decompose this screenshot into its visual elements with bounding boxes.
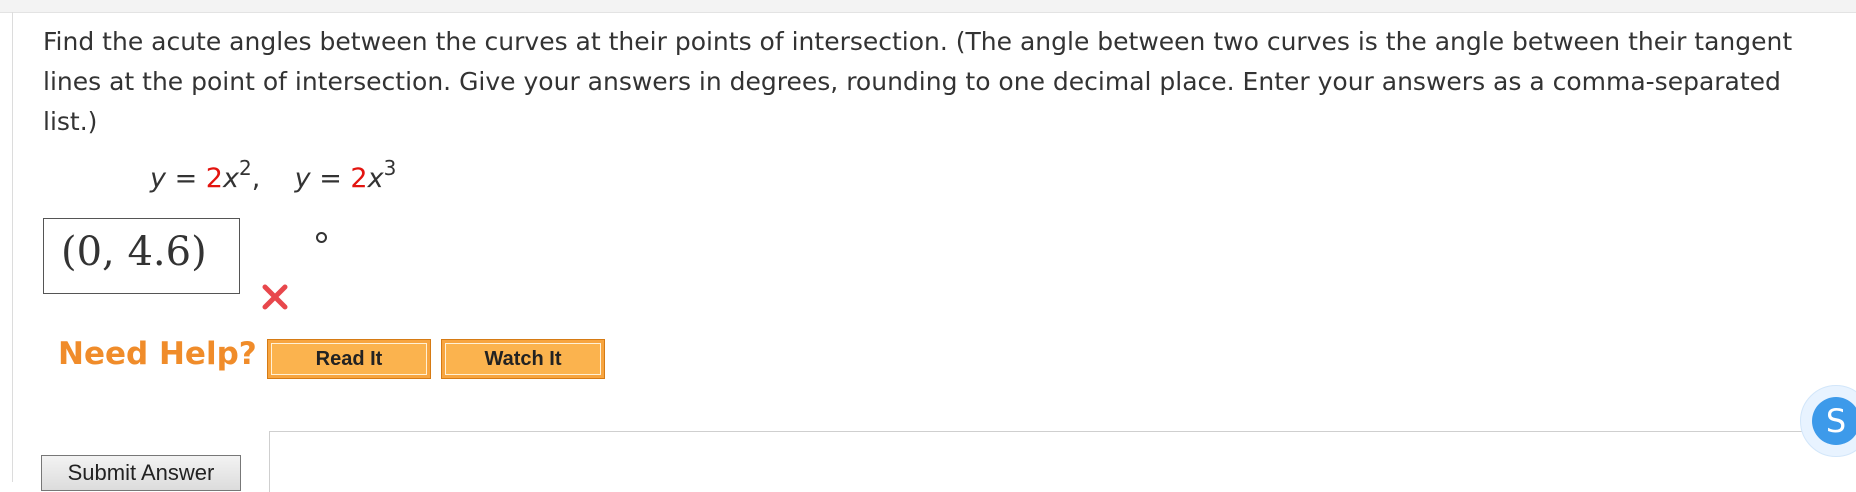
eq2-x: x: [367, 163, 384, 194]
degree-unit-symbol: [316, 232, 327, 243]
read-it-label: Read It: [271, 343, 427, 375]
incorrect-x-icon: [262, 284, 288, 310]
eq1-y: y: [150, 163, 166, 194]
eq2-y: y: [294, 163, 311, 194]
read-it-button[interactable]: Read It: [267, 339, 431, 379]
curve-equations: y = 2x2, y = 2x3: [150, 156, 397, 194]
eq1-x: x: [222, 163, 239, 194]
left-divider: [12, 12, 13, 482]
eq1-exponent: 2: [238, 156, 252, 180]
eq2-coefficient: 2: [350, 163, 368, 194]
question-text: Find the acute angles between the curves…: [43, 27, 1793, 136]
s-badge-icon: S: [1812, 397, 1856, 445]
need-help-label: Need Help?: [58, 336, 257, 372]
eq2-equals: =: [310, 163, 351, 194]
eq1-coefficient: 2: [205, 163, 223, 194]
watch-it-button[interactable]: Watch It: [441, 339, 605, 379]
equation-separator: ,: [251, 163, 261, 194]
response-panel: [269, 431, 1856, 492]
submit-answer-button[interactable]: Submit Answer: [41, 455, 241, 491]
eq2-exponent: 3: [383, 156, 397, 180]
watch-it-label: Watch It: [445, 343, 601, 375]
answer-input[interactable]: (0, 4.6): [43, 218, 240, 294]
eq1-equals: =: [165, 163, 206, 194]
top-bar: [0, 0, 1856, 13]
